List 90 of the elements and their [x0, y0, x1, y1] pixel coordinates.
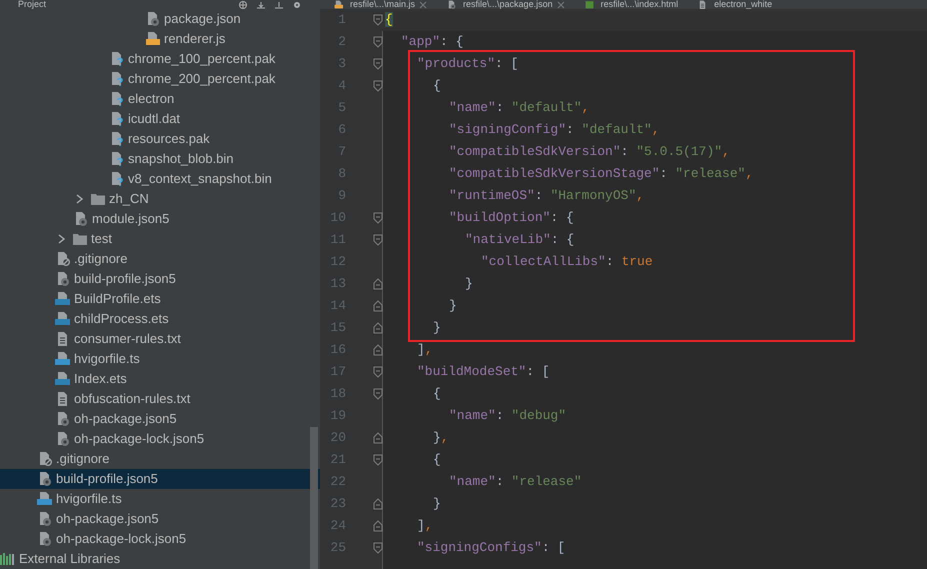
unknown-file-icon [109, 171, 125, 187]
tree-item[interactable]: zh_CN [0, 189, 320, 209]
tree-item[interactable]: oh-package.json5 [0, 409, 320, 429]
expand-icon [274, 0, 284, 8]
tree-item[interactable]: oh-package-lock.json5 [0, 429, 320, 449]
tree-item[interactable]: .gitignore [0, 249, 320, 269]
code-line: ], [417, 517, 433, 536]
code-line: "buildModeSet": [ [417, 363, 550, 382]
code-line: "collectAllLibs": true [481, 253, 653, 272]
editor-tab[interactable]: resfile\...\index.html [584, 0, 678, 9]
code-line: "signingConfigs": [ [417, 539, 566, 558]
editor-tab[interactable]: resfile\...\package.json [447, 0, 565, 9]
code-line: } [433, 319, 441, 338]
collapse-icon [256, 0, 266, 8]
ts-file-icon [55, 351, 71, 367]
editor-tab[interactable]: resfile\...\main.js [334, 0, 428, 9]
code-line: "signingConfig": "default", [449, 121, 660, 140]
tree-item[interactable]: test [0, 229, 320, 249]
editor-tab[interactable]: electron_white [698, 0, 772, 9]
unknown-file-icon [109, 91, 125, 107]
code-line: "products": [ [417, 55, 518, 74]
code-line: { [433, 385, 441, 404]
json-file-icon [55, 271, 71, 287]
json-file-icon [55, 411, 71, 427]
code-line: "buildOption": { [449, 209, 574, 228]
tree-item[interactable]: package.json [0, 9, 320, 29]
panel-title[interactable]: Project [18, 0, 46, 9]
tree-item[interactable]: consumer-rules.txt [0, 329, 320, 349]
tree-item[interactable]: childProcess.ets [0, 309, 320, 329]
ets-file-icon [55, 311, 71, 327]
code-line: "runtimeOS": "HarmonyOS", [449, 187, 644, 206]
json-file-icon [55, 431, 71, 447]
unknown-file-icon [109, 71, 125, 87]
tree-item[interactable]: External Libraries [0, 549, 320, 569]
code-line: } [465, 275, 473, 294]
script-file-icon [145, 31, 161, 47]
tree-item[interactable]: .gitignore [0, 449, 320, 469]
tree-item[interactable]: module.json5 [0, 209, 320, 229]
folder-icon [90, 191, 106, 207]
tree-item[interactable]: hvigorfile.ts [0, 349, 320, 369]
tree-item[interactable]: v8_context_snapshot.bin [0, 169, 320, 189]
tree-item[interactable]: hvigorfile.ts [0, 489, 320, 509]
json-file-icon [73, 211, 89, 227]
code-line: "app": { [401, 33, 464, 52]
unknown-file-icon [109, 51, 125, 67]
target-icon [238, 0, 248, 8]
scrollbar[interactable] [310, 427, 318, 569]
close-icon [419, 0, 428, 8]
libraries-icon [0, 551, 16, 567]
tree-item[interactable]: Index.ets [0, 369, 320, 389]
code-line: { [433, 77, 441, 96]
tree-item[interactable]: renderer.js [0, 29, 320, 49]
json-file-icon [145, 11, 161, 27]
ignored-file-icon [55, 251, 71, 267]
json-file-icon [37, 511, 53, 527]
unknown-file-icon [109, 111, 125, 127]
tree-item[interactable]: icudtl.dat [0, 109, 320, 129]
close-icon [556, 0, 565, 8]
tree-item[interactable]: build-profile.json5 [0, 469, 320, 489]
code-line: } [433, 495, 441, 514]
code-line: ], [417, 341, 433, 360]
ts-file-icon [37, 491, 53, 507]
code-line: "compatibleSdkVersionStage": "release", [449, 165, 754, 184]
code-line: "nativeLib": { [465, 231, 574, 250]
code-line: "name": "debug" [449, 407, 566, 426]
code-line: }, [433, 429, 449, 448]
code-line: } [449, 297, 457, 316]
code-line: "compatibleSdkVersion": "5.0.5(17)", [449, 143, 730, 162]
tree-item[interactable]: obfuscation-rules.txt [0, 389, 320, 409]
json-file-icon [37, 471, 53, 487]
unknown-file-icon [109, 151, 125, 167]
tree-item[interactable]: chrome_100_percent.pak [0, 49, 320, 69]
tree-item[interactable]: BuildProfile.ets [0, 289, 320, 309]
code-line: "name": "release" [449, 473, 582, 492]
tree-item[interactable]: oh-package-lock.json5 [0, 529, 320, 549]
code-line: { [433, 451, 441, 470]
tree-item[interactable]: chrome_200_percent.pak [0, 69, 320, 89]
ets-file-icon [55, 291, 71, 307]
script-file-icon [334, 0, 346, 9]
ignored-file-icon [37, 451, 53, 467]
tree-item[interactable]: oh-package.json5 [0, 509, 320, 529]
tree-item[interactable]: electron [0, 89, 320, 109]
unknown-file-icon [109, 131, 125, 147]
tree-item[interactable]: build-profile.json5 [0, 269, 320, 289]
ets-file-icon [55, 371, 71, 387]
folder-icon [72, 231, 88, 247]
tree-item[interactable]: snapshot_blob.bin [0, 149, 320, 169]
json-file-icon [37, 531, 53, 547]
code-line: "name": "default", [449, 99, 590, 118]
tree-item[interactable]: resources.pak [0, 129, 320, 149]
